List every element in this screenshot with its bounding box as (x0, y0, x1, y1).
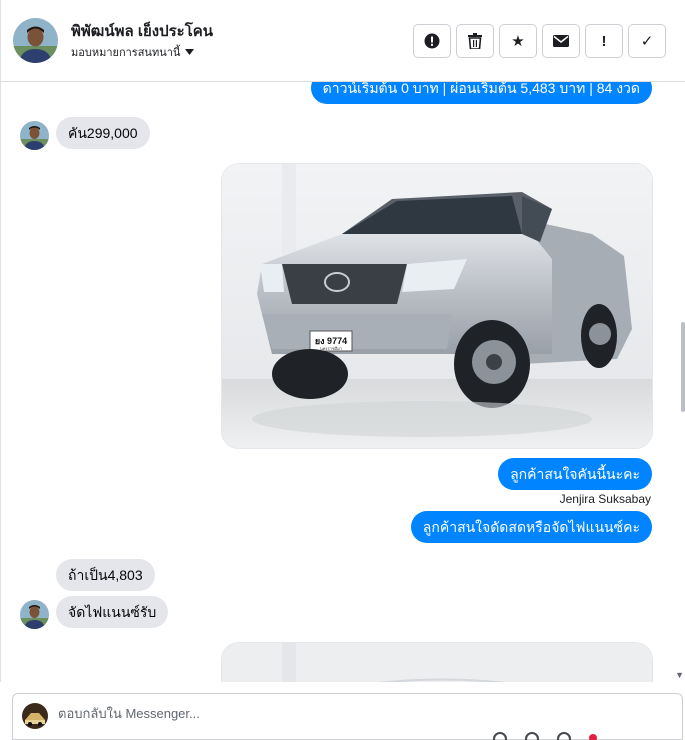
assign-label: มอบหมายการสนทนานี้ (71, 47, 181, 59)
alert-circle-icon (424, 33, 440, 49)
message-bubble-outgoing[interactable]: ดาวน์เริ่มต้น 0 บาท | ผ่อนเริ่มต้น 5,483… (310, 82, 652, 104)
message-bubble-incoming[interactable]: จัดไฟแนนซ์รับ (56, 596, 169, 628)
star-icon: ★ (511, 33, 525, 50)
exclamation-icon: ! (601, 32, 607, 50)
mark-unread-button[interactable] (542, 24, 580, 58)
photo-attachment-partial[interactable] (221, 642, 653, 682)
contact-avatar-small (20, 121, 49, 150)
reply-composer (12, 693, 683, 740)
check-icon: ✓ (640, 33, 654, 50)
star-button[interactable]: ★ (499, 24, 537, 58)
attachment-icon[interactable] (493, 732, 507, 740)
assign-conversation-dropdown[interactable]: มอบหมายการสนทนานี้ (71, 43, 195, 61)
header-toolbar: ★ ! ✓ (413, 24, 666, 58)
scrollbar-thumb[interactable] (681, 322, 685, 412)
emoji-icon[interactable] (557, 732, 571, 740)
envelope-icon (553, 35, 569, 47)
notification-dot-icon[interactable] (589, 734, 597, 740)
follow-up-button[interactable]: ! (585, 24, 623, 58)
scroll-down-arrow-icon[interactable]: ▼ (675, 670, 684, 680)
caret-down-icon (185, 49, 195, 55)
message-bubble-outgoing[interactable]: ลูกค้าสนใจดัดสดหรือจัดไฟแนนซ์คะ (410, 511, 652, 543)
composer-toolbar (493, 732, 597, 740)
license-plate-text: ยง 9774 (315, 336, 347, 346)
message-bubble-incoming[interactable]: ถ้าเป็น4,803 (56, 559, 155, 591)
message-bubble-outgoing[interactable]: ลูกค้าสนใจคันนี้นะคะ (498, 458, 652, 490)
contact-name[interactable]: พิพัฒน์พล เย็งประโคน (71, 19, 213, 43)
trash-icon (468, 33, 482, 49)
contact-avatar[interactable] (13, 18, 58, 63)
reply-input[interactable] (58, 706, 578, 721)
mark-done-button[interactable]: ✓ (628, 24, 666, 58)
delete-button[interactable] (456, 24, 494, 58)
contact-avatar-small (20, 600, 49, 629)
page-avatar (22, 703, 48, 729)
truck-photo-attachment[interactable]: ยง 9774 นครราชสีมา (221, 163, 653, 449)
mark-spam-button[interactable] (413, 24, 451, 58)
license-plate-province: นครราชสีมา (320, 346, 342, 351)
image-icon[interactable] (525, 732, 539, 740)
thread-scrollbar[interactable]: ▼ (675, 82, 685, 682)
message-bubble-incoming[interactable]: คัน299,000 (56, 117, 150, 149)
message-thread[interactable]: ดาวน์เริ่มต้น 0 บาท | ผ่อนเริ่มต้น 5,483… (0, 82, 685, 682)
conversation-header: พิพัฒน์พล เย็งประโคน มอบหมายการสนทนานี้ … (0, 0, 685, 82)
sender-name: Jenjira Suksabay (559, 492, 651, 506)
